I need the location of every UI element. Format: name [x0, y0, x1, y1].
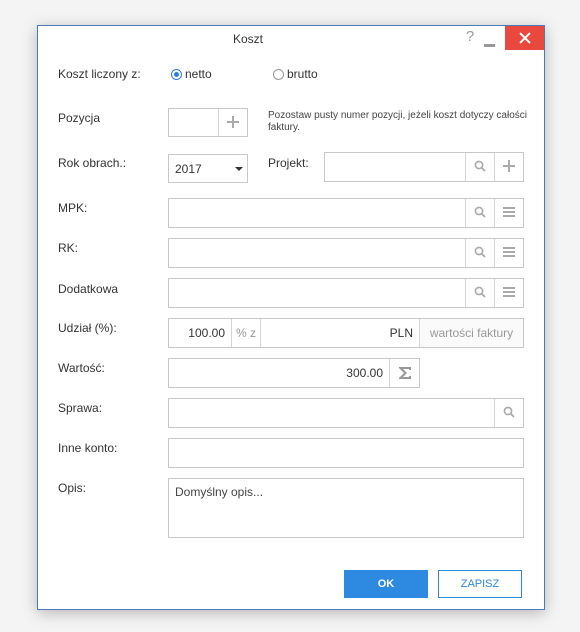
list-icon	[503, 207, 515, 217]
list-icon	[503, 287, 515, 297]
plus-icon	[227, 116, 239, 128]
matter-input[interactable]	[168, 398, 524, 428]
search-icon	[474, 286, 486, 298]
amount-group: 300.00	[168, 358, 420, 388]
matter-label: Sprawa:	[58, 401, 103, 415]
rk-search-button[interactable]	[465, 239, 495, 267]
extra-input[interactable]	[168, 278, 524, 308]
share-group: 100.00 % z PLN wartości faktury	[168, 318, 524, 348]
mpk-label: MPK:	[58, 201, 88, 215]
sigma-icon	[399, 367, 411, 379]
search-icon	[474, 160, 486, 172]
rk-input[interactable]	[168, 238, 524, 268]
add-position-button[interactable]	[218, 109, 248, 137]
project-input[interactable]	[324, 152, 524, 182]
description-value: Domyślny opis...	[175, 485, 264, 499]
mpk-search-button[interactable]	[465, 199, 495, 227]
radio-netto-label[interactable]: netto	[185, 67, 212, 81]
share-label: Udział (%):	[58, 321, 117, 335]
project-add-button[interactable]	[494, 153, 524, 181]
rk-label: RK:	[58, 241, 79, 255]
radio-netto[interactable]	[171, 69, 182, 80]
description-textarea[interactable]: Domyślny opis...	[168, 478, 524, 538]
help-icon[interactable]: ?	[463, 28, 477, 48]
position-input[interactable]	[168, 108, 248, 137]
project-search-button[interactable]	[465, 153, 495, 181]
minimize-icon[interactable]	[482, 32, 498, 48]
amount-input[interactable]: 300.00	[169, 359, 389, 387]
search-icon	[474, 206, 486, 218]
radio-brutto[interactable]	[273, 69, 284, 80]
cost-dialog: Koszt ? Koszt liczony z: netto brutto Po…	[37, 25, 545, 610]
search-icon	[503, 406, 515, 418]
description-label: Opis:	[58, 481, 87, 495]
dialog-title: Koszt	[232, 32, 263, 46]
save-button[interactable]: ZAPISZ	[438, 570, 522, 598]
position-hint: Pozostaw pusty numer pozycji, jeżeli kos…	[268, 110, 527, 133]
close-icon[interactable]	[505, 26, 544, 50]
fiscal-year-value: 2017	[175, 162, 202, 176]
plus-icon	[503, 160, 515, 172]
fiscal-year-select[interactable]: 2017	[168, 154, 248, 183]
fiscal-year-label: Rok obrach.:	[58, 156, 127, 170]
rk-list-button[interactable]	[494, 239, 524, 267]
matter-search-button[interactable]	[494, 399, 524, 427]
list-icon	[503, 247, 515, 257]
share-currency[interactable]: PLN	[261, 319, 419, 347]
share-percent-input[interactable]: 100.00	[169, 319, 231, 347]
project-label: Projekt:	[268, 156, 309, 170]
share-of-text: wartości faktury	[419, 319, 523, 347]
other-account-label: Inne konto:	[58, 441, 118, 455]
ok-button[interactable]: OK	[344, 570, 428, 598]
amount-label: Wartość:	[58, 361, 105, 375]
search-icon	[474, 246, 486, 258]
title-bar: Koszt ?	[38, 26, 544, 52]
other-account-input[interactable]	[168, 438, 524, 468]
extra-search-button[interactable]	[465, 279, 495, 307]
sum-button[interactable]	[389, 359, 419, 387]
basis-label: Koszt liczony z:	[58, 67, 141, 81]
mpk-input[interactable]	[168, 198, 524, 228]
share-percent-suffix: % z	[231, 319, 261, 347]
position-label: Pozycja	[58, 111, 101, 125]
extra-list-button[interactable]	[494, 279, 524, 307]
chevron-down-icon	[235, 167, 243, 171]
mpk-list-button[interactable]	[494, 199, 524, 227]
radio-brutto-label[interactable]: brutto	[287, 67, 318, 81]
extra-label: Dodatkowa	[58, 282, 119, 296]
